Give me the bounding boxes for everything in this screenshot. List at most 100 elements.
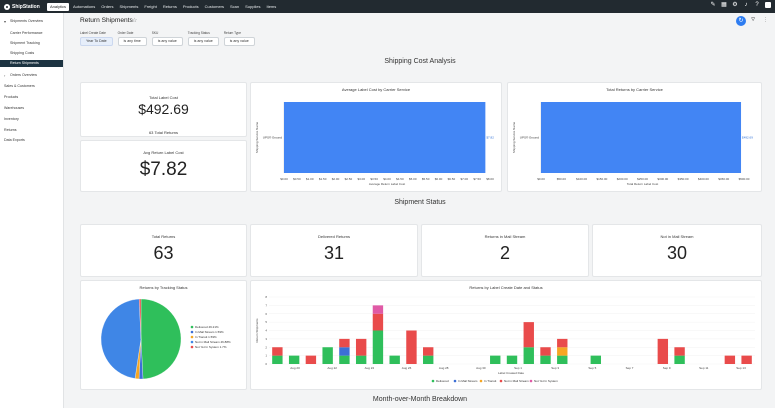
- section-title-mom: Month-over-Month Breakdown: [372, 396, 468, 403]
- y-axis-label: Return Shipments: [255, 318, 259, 343]
- top-nav: ShipStation Analytics Automations Orders Sh…: [0, 0, 775, 13]
- bar-segment: [339, 347, 350, 356]
- sidebar-item-return-shipments[interactable]: Return Shipments: [0, 60, 63, 67]
- legend-label: Delivered: [436, 379, 449, 383]
- nav-item-freight[interactable]: Freight: [141, 0, 159, 13]
- x-tick-label: Sep 13: [736, 366, 746, 370]
- x-tick-label: Aug 20: [290, 366, 300, 370]
- pie-slice: [100, 298, 142, 379]
- account-icon[interactable]: [765, 2, 771, 8]
- legend-swatch: [453, 379, 457, 383]
- legend-swatch: [529, 379, 533, 383]
- bar-segment: [557, 347, 568, 356]
- x-tick-label: $0.00: [280, 177, 288, 181]
- y-tick-label: 2: [265, 345, 267, 349]
- nav-item-shipments[interactable]: Shipments: [116, 0, 141, 13]
- total-returns-card: Total Returns 63: [80, 224, 247, 277]
- returns-by-date-chart-card: Returns by Label Create Date and Status …: [250, 280, 762, 390]
- help-icon[interactable]: ?: [754, 2, 760, 8]
- bar-segment: [339, 338, 350, 348]
- bar-segment: [557, 355, 568, 364]
- y-axis-label: Shipping Service Name: [255, 121, 259, 153]
- legend-swatch: [190, 325, 194, 329]
- nav-item-orders[interactable]: Orders: [98, 0, 116, 13]
- nav-item-analytics[interactable]: Analytics: [47, 2, 70, 11]
- nav-item-items[interactable]: Items: [263, 0, 279, 13]
- bar-segment: [657, 338, 669, 364]
- x-tick-label: Sep 5: [588, 366, 596, 370]
- bar-segment: [741, 355, 752, 364]
- bar-segment: [423, 347, 434, 356]
- x-axis-label: Label Created Date: [498, 371, 524, 375]
- x-tick-label: $7.00: [460, 177, 468, 181]
- nav-item-returns[interactable]: Returns: [160, 0, 180, 13]
- filter-button[interactable]: is any value: [187, 37, 219, 46]
- refresh-button[interactable]: ↻: [736, 16, 746, 26]
- legend-label: In Mail Stream 1.59%: [195, 330, 224, 334]
- nav-item-customers[interactable]: Customers: [202, 0, 227, 13]
- not-in-mail-stream-card: Not in Mail Stream 30: [592, 224, 762, 277]
- x-tick-label: $250.00: [637, 177, 648, 181]
- in-mail-stream-card: Returns in Mail Stream 2: [421, 224, 589, 277]
- x-tick-label: $400.00: [698, 177, 709, 181]
- x-tick-label: $50.00: [557, 177, 567, 181]
- x-tick-label: Aug 30: [476, 366, 486, 370]
- tracking-status-pie-chart: Delivered 49.21%In Mail Stream 1.59%In T…: [100, 298, 231, 380]
- nav-items: Analytics Automations Orders Shipments Freig…: [46, 0, 279, 13]
- section-title-shipment-status: Shipment Status: [394, 199, 446, 206]
- bell-icon[interactable]: ♪: [743, 2, 749, 8]
- legend-label: Delivered 49.21%: [195, 325, 219, 329]
- x-tick-label: Sep 9: [663, 366, 671, 370]
- sidebar-item-shipments-overview[interactable]: ▾ Shipments Overview: [0, 19, 63, 25]
- tools-icon[interactable]: ✎: [710, 2, 716, 8]
- avg-return-label-cost-value: $7.82: [139, 159, 188, 180]
- legend-label: Not Yet In System 1.7%: [195, 345, 227, 349]
- avg-label-cost-chart-card: Average Label Cost by Carrier Service UP…: [250, 82, 502, 192]
- legend-label: Not Yet In System: [534, 379, 558, 383]
- x-tick-label: Sep 11: [699, 366, 709, 370]
- total-label-cost-card: Total Label Cost $492.69 63 Total Return…: [80, 82, 247, 137]
- x-tick-label: Sep 3: [551, 366, 559, 370]
- x-tick-label: Aug 22: [327, 366, 337, 370]
- legend-swatch: [190, 345, 194, 349]
- filter-button[interactable]: Year To Date: [80, 37, 113, 46]
- star-icon[interactable]: ☆: [132, 17, 137, 24]
- category-label: UPS® Ground: [520, 136, 540, 140]
- filter-label-create-date: Label Create Date Year To Date: [80, 31, 113, 46]
- filter-button[interactable]: is any time: [117, 37, 147, 46]
- bar-segment: [523, 322, 534, 348]
- legend-swatch: [190, 335, 194, 339]
- nav-item-automations[interactable]: Automations: [70, 0, 98, 13]
- gear-icon[interactable]: ⚙: [732, 2, 738, 8]
- y-tick-label: 0: [265, 362, 267, 366]
- filter-bar: Label Create Date Year To Date Order Dat…: [80, 31, 255, 46]
- x-tick-label: $1.50: [319, 177, 327, 181]
- nav-item-scan[interactable]: Scan: [227, 0, 242, 13]
- bar-segment: [674, 355, 685, 364]
- bar-segment: [305, 355, 317, 364]
- x-tick-label: Aug 26: [402, 366, 412, 370]
- total-returns-count: 63: [148, 130, 154, 135]
- brand[interactable]: ShipStation: [0, 3, 46, 10]
- bar-segment: [339, 355, 350, 364]
- filter-button[interactable]: is any value: [151, 37, 183, 46]
- delivered-returns-value: 31: [323, 243, 345, 263]
- y-tick-label: 6: [265, 312, 267, 316]
- filter-button[interactable]: is any value: [223, 37, 255, 46]
- bar-segment: [540, 355, 551, 364]
- bar: [284, 102, 486, 173]
- legend-swatch: [190, 340, 194, 344]
- x-axis-label: Average Return Label Cost: [369, 182, 405, 186]
- filter-icon[interactable]: ⛛: [751, 17, 755, 23]
- avg-return-label-cost-card: Avg Return Label Cost $7.82: [80, 140, 247, 192]
- y-tick-label: 5: [265, 320, 267, 324]
- nav-item-supplies[interactable]: Supplies: [242, 0, 263, 13]
- x-tick-label: $0.50: [293, 177, 301, 181]
- bar-segment: [540, 347, 551, 356]
- x-tick-label: Sep 7: [626, 366, 634, 370]
- more-icon[interactable]: ⋮: [763, 17, 768, 23]
- bar-segment: [490, 355, 501, 364]
- grid-icon[interactable]: ▦: [721, 2, 727, 8]
- bar-segment: [406, 330, 417, 364]
- nav-item-products[interactable]: Products: [180, 0, 202, 13]
